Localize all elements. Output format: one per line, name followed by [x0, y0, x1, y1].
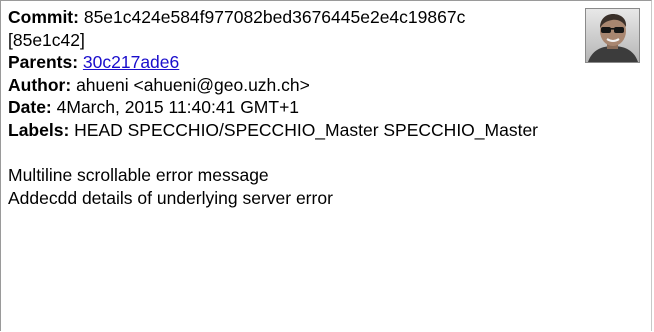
- parents-label: Parents:: [8, 52, 79, 73]
- message-line-1: Multiline scrollable error message: [8, 165, 269, 186]
- short-hash-line: [85e1c42]: [8, 29, 651, 52]
- parents-line: Parents: 30c217ade6: [8, 51, 651, 74]
- author-avatar: [585, 8, 640, 63]
- commit-line: Commit: 85e1c424e584f977082bed3676445e2e…: [8, 6, 651, 29]
- short-hash: [85e1c42]: [8, 29, 85, 50]
- author-value: ahueni <ahueni@geo.uzh.ch>: [76, 74, 310, 95]
- author-line: Author: ahueni <ahueni@geo.uzh.ch>: [8, 74, 651, 97]
- commit-hash: 85e1c424e584f977082bed3676445e2e4c19867c: [83, 7, 466, 27]
- date-line: Date: 4March, 2015 11:40:41 GMT+1: [8, 96, 651, 119]
- commit-details-panel: Commit: 85e1c424e584f977082bed3676445e2e…: [0, 0, 652, 331]
- message-line-2: Addecdd details of underlying server err…: [8, 187, 333, 208]
- author-label: Author:: [8, 74, 72, 95]
- parent-hash-link[interactable]: 30c217ade6: [83, 52, 179, 72]
- date-label: Date:: [8, 97, 52, 118]
- commit-label: Commit:: [8, 7, 79, 27]
- date-value: 4March, 2015 11:40:41 GMT+1: [56, 97, 300, 118]
- labels-value: HEAD SPECCHIO/SPECCHIO_Master SPECCHIO_M…: [74, 119, 539, 140]
- labels-label: Labels:: [8, 119, 70, 140]
- avatar-photo-icon: [586, 9, 639, 62]
- labels-line: Labels: HEAD SPECCHIO/SPECCHIO_Master SP…: [8, 119, 651, 142]
